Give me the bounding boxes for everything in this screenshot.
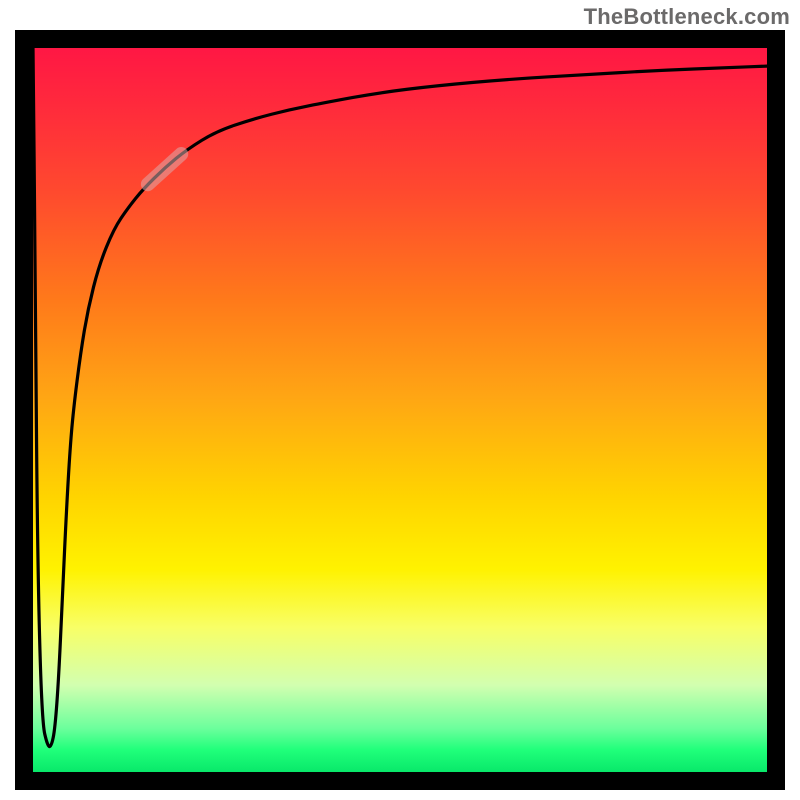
watermark-text: TheBottleneck.com [584,4,790,30]
plot-area [33,48,767,772]
bottleneck-curve [33,48,767,747]
curve-svg [33,48,767,772]
plot-frame [15,30,785,790]
root: TheBottleneck.com [0,0,800,800]
